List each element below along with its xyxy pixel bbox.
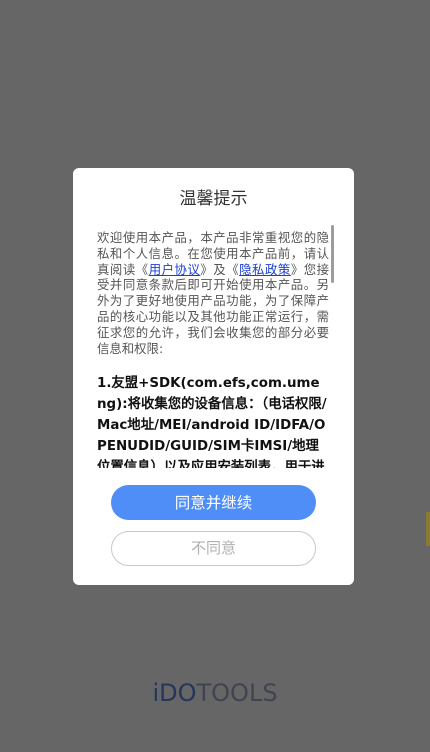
intro-part2: 》及《 xyxy=(200,261,240,277)
brand-logo-part1: iDO xyxy=(152,679,197,707)
brand-logo: iDOTOOLS xyxy=(0,679,430,707)
sdk-item: 1.友盟+SDK(com.efs,com.umeng):将收集您的设备信息：（电… xyxy=(97,376,327,468)
user-agreement-link[interactable]: 用户协议 xyxy=(149,262,201,277)
screen: 温馨提示 欢迎使用本产品，本产品非常重视您的隐私和个人信息。在您使用本产品前，请… xyxy=(0,0,430,752)
privacy-dialog: 温馨提示 欢迎使用本产品，本产品非常重视您的隐私和个人信息。在您使用本产品前，请… xyxy=(73,168,354,585)
dialog-scroll-content[interactable]: 欢迎使用本产品，本产品非常重视您的隐私和个人信息。在您使用本产品前，请认真阅读《… xyxy=(97,230,329,468)
disagree-button[interactable]: 不同意 xyxy=(111,531,316,566)
scrollbar[interactable] xyxy=(331,225,334,283)
brand-logo-part2: TOOLS xyxy=(196,679,278,707)
dialog-title: 温馨提示 xyxy=(179,189,248,209)
edge-accent xyxy=(426,512,430,546)
intro-text: 欢迎使用本产品，本产品非常重视您的隐私和个人信息。在您使用本产品前，请认真阅读《… xyxy=(97,230,329,356)
privacy-policy-link[interactable]: 隐私政策 xyxy=(239,262,291,277)
agree-button[interactable]: 同意并继续 xyxy=(111,485,316,520)
